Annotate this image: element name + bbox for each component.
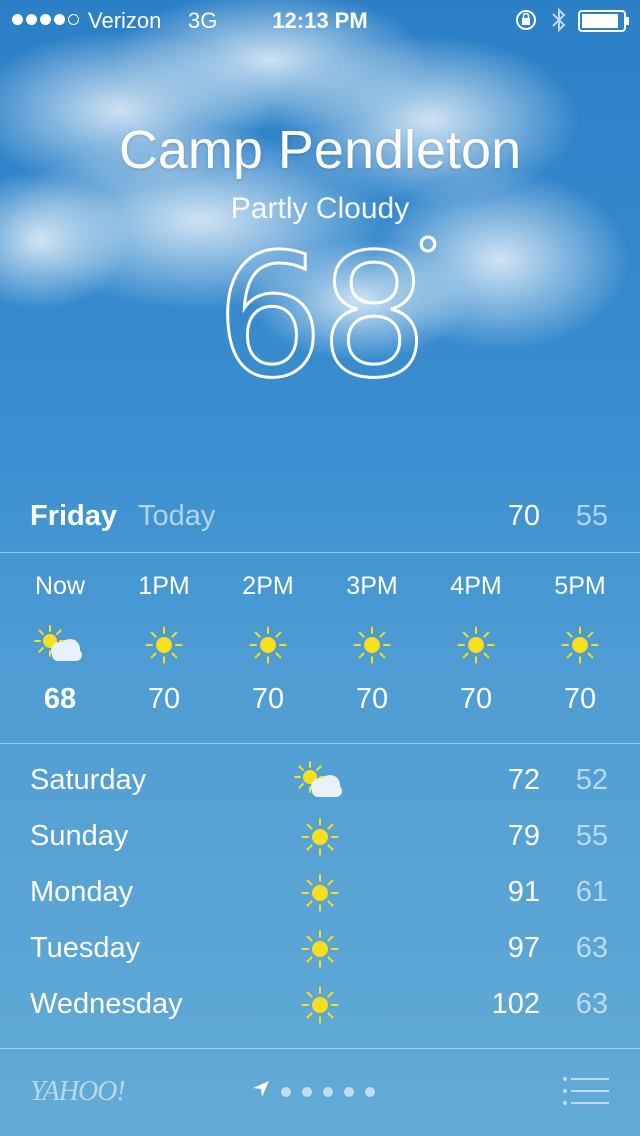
day-high: 91 <box>507 876 540 908</box>
sun-icon <box>290 924 350 974</box>
hour-label: 1PM <box>138 572 190 600</box>
hour-temperature: 70 <box>147 683 181 715</box>
page-dot[interactable] <box>323 1086 333 1097</box>
page-dot[interactable] <box>302 1086 312 1097</box>
hourly-item: 1PM 70 <box>112 560 216 716</box>
hourly-item: 2PM 70 <box>216 560 320 716</box>
page-indicator[interactable] <box>252 1080 375 1103</box>
bluetooth-icon <box>550 7 568 39</box>
hour-label: 2PM <box>242 572 294 600</box>
day-high: 72 <box>507 764 540 796</box>
daily-forecast: Saturday 72 52 Sunday 79 55 Monday 91 61… <box>0 754 640 1034</box>
current-temperature-value: 68 <box>214 218 429 416</box>
sun-icon <box>216 619 320 671</box>
today-day: Friday <box>30 500 118 532</box>
hourly-item: 5PM 70 <box>528 560 632 716</box>
hour-label: 3PM <box>346 572 398 600</box>
daily-row: Monday 91 61 <box>0 866 640 922</box>
day-name: Wednesday <box>30 988 183 1020</box>
page-dot[interactable] <box>281 1086 291 1097</box>
divider <box>0 1048 640 1049</box>
daily-row: Saturday 72 52 <box>0 754 640 810</box>
day-high: 97 <box>507 932 540 964</box>
hour-temperature: 70 <box>355 683 389 715</box>
city-name: Camp Pendleton <box>118 120 522 180</box>
hourly-item: 3PM 70 <box>320 560 424 716</box>
day-name: Tuesday <box>30 932 141 964</box>
hourly-item: Now 68 <box>8 560 112 716</box>
sun-icon <box>290 980 350 1030</box>
today-label: Today <box>138 500 216 532</box>
day-name: Monday <box>30 876 134 908</box>
sun-icon <box>112 619 216 671</box>
daily-row: Wednesday 102 63 <box>0 978 640 1034</box>
hour-temperature: 70 <box>459 683 493 715</box>
status-time: 12:13 PM <box>272 8 368 33</box>
list-icon[interactable] <box>562 1076 610 1111</box>
day-high: 79 <box>507 820 540 852</box>
hour-label: Now <box>34 572 85 600</box>
footer-toolbar: YAHOO! <box>0 1050 640 1136</box>
today-low: 55 <box>575 500 608 532</box>
hourly-forecast[interactable]: Now 68 1PM 70 2PM 70 3PM 70 4PM 70 5PM 7… <box>0 560 640 740</box>
status-bar: Verizon 3G 12:13 PM <box>0 0 640 40</box>
daily-row: Tuesday 97 63 <box>0 922 640 978</box>
day-low: 61 <box>575 876 608 908</box>
hour-temperature: 70 <box>251 683 285 715</box>
current-conditions: Camp Pendleton Partly Cloudy 68 ° <box>0 118 640 404</box>
page-dot[interactable] <box>365 1086 375 1097</box>
today-summary: Friday Today 70 55 <box>0 490 640 552</box>
today-high: 70 <box>507 500 540 532</box>
sun-icon <box>528 619 632 671</box>
day-low: 55 <box>575 820 608 852</box>
day-low: 63 <box>575 932 608 964</box>
location-arrow-icon[interactable] <box>252 1080 270 1103</box>
degree-symbol: ° <box>416 224 440 291</box>
day-name: Saturday <box>30 764 147 796</box>
hourly-item: 4PM 70 <box>424 560 528 716</box>
hour-temperature: 70 <box>563 683 597 715</box>
day-low: 63 <box>575 988 608 1020</box>
divider <box>0 743 640 744</box>
partly-cloudy-icon <box>8 619 112 671</box>
page-dot[interactable] <box>344 1086 354 1097</box>
day-high: 102 <box>491 988 540 1020</box>
daily-row: Sunday 79 55 <box>0 810 640 866</box>
yahoo-logo[interactable]: YAHOO! <box>30 1076 126 1108</box>
sun-icon <box>290 812 350 862</box>
day-name: Sunday <box>30 820 129 852</box>
sun-icon <box>424 619 528 671</box>
hour-label: 5PM <box>554 572 606 600</box>
hour-label: 4PM <box>450 572 502 600</box>
partly-cloudy-icon <box>290 756 350 806</box>
divider <box>0 552 640 553</box>
battery-icon <box>578 10 630 38</box>
day-low: 52 <box>575 764 608 796</box>
orientation-lock-icon <box>514 8 538 38</box>
sun-icon <box>290 868 350 918</box>
hour-temperature: 68 <box>43 683 77 715</box>
sun-icon <box>320 619 424 671</box>
current-temperature: 68 ° <box>0 228 640 404</box>
